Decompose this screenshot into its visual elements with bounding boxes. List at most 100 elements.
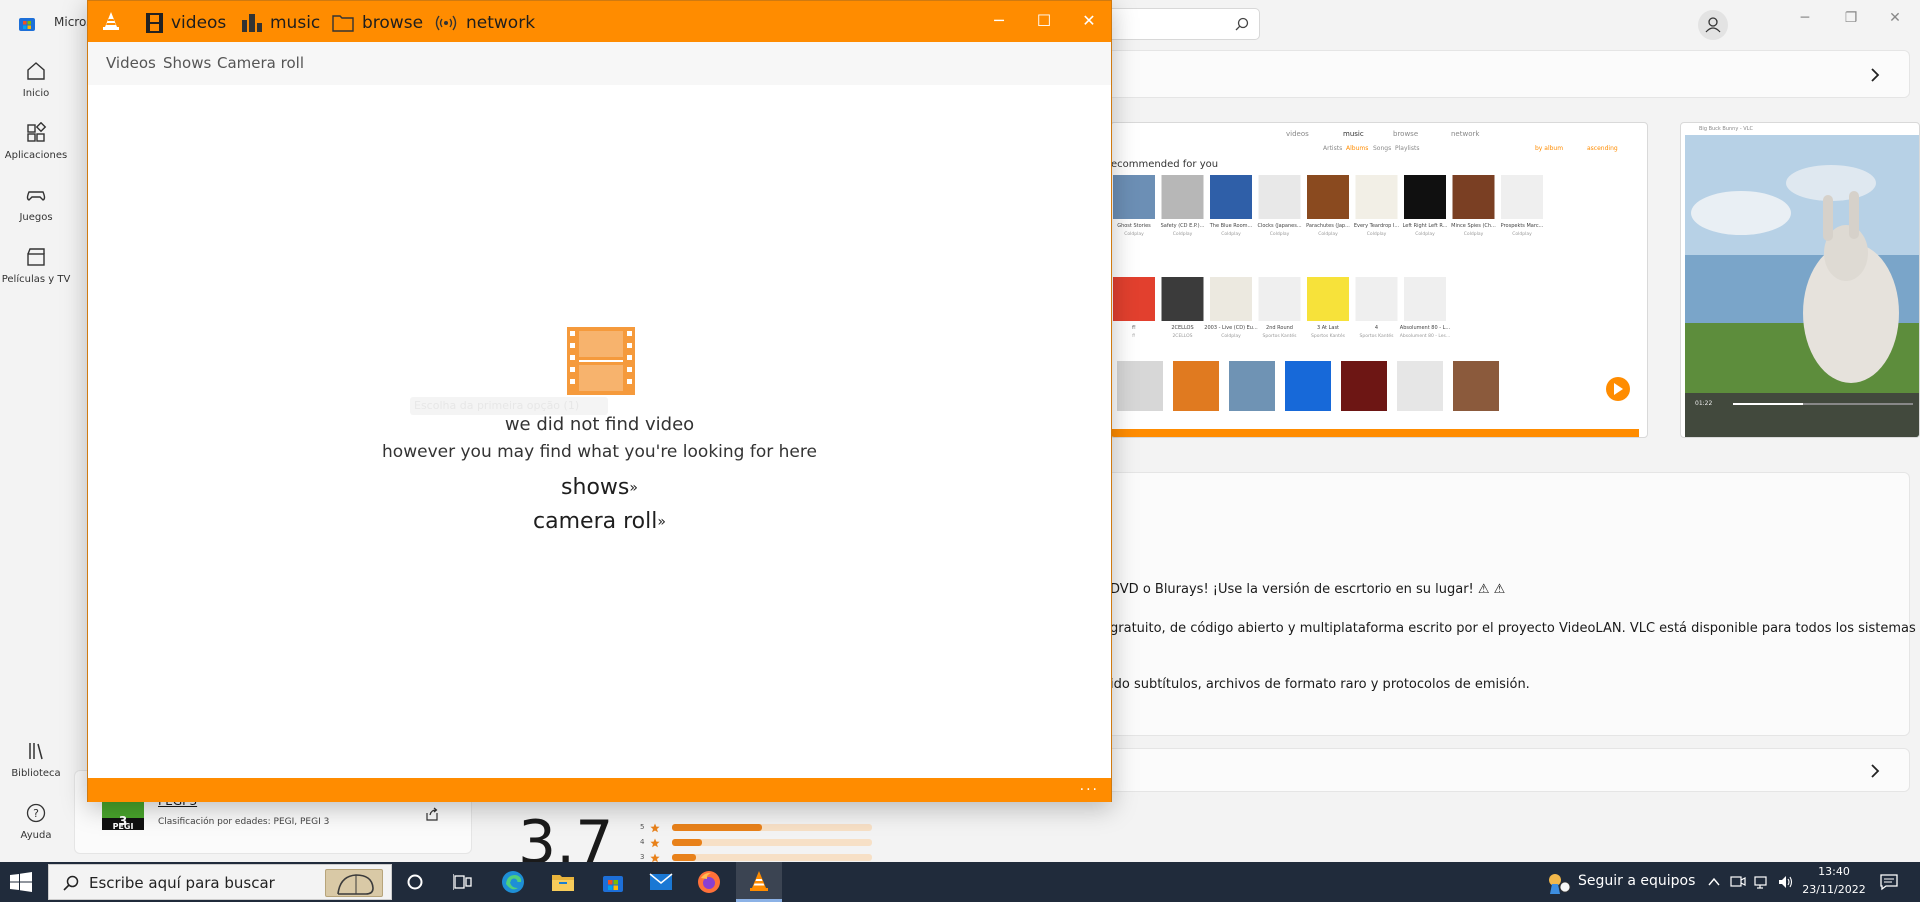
subnav-camera-roll[interactable]: Camera roll (217, 54, 304, 72)
subnav-videos[interactable]: Videos (106, 54, 156, 72)
firefox-button[interactable] (686, 862, 732, 902)
network-icon[interactable] (1754, 874, 1770, 890)
screenshot-tab-music: music (1343, 130, 1364, 138)
edge-icon (502, 871, 524, 893)
more-button[interactable]: ... (1080, 778, 1099, 794)
vlc-maximize-button[interactable]: ☐ (1029, 9, 1059, 33)
album-cover (1113, 277, 1155, 321)
sidebar-item-biblioteca[interactable]: Biblioteca (0, 740, 72, 779)
album-row: Ghost Stories Coldplay Safety (CD E.P.)...… (1113, 175, 1544, 237)
share-icon[interactable] (424, 806, 440, 822)
sidebar-item-peliculas[interactable]: Películas y TV (0, 246, 72, 285)
profile-avatar[interactable] (1698, 10, 1728, 40)
store-screenshot-music[interactable]: videos music browse network Artists Albu… (1110, 122, 1648, 438)
apps-icon (27, 122, 47, 142)
ghost-text: Escolha da primeira opção (1) (410, 397, 608, 415)
store-maximize-button[interactable]: ❐ (1836, 10, 1866, 26)
chevron-up-icon[interactable] (1706, 874, 1722, 890)
album-cover (1210, 277, 1252, 321)
store-button[interactable] (590, 862, 636, 902)
album-artist: Coldplay (1173, 231, 1193, 237)
tab-videos[interactable]: videos (146, 12, 226, 34)
sidebar-item-juegos[interactable]: Juegos (0, 184, 72, 223)
store-sidebar: Inicio Aplicaciones Juegos Películas y T… (0, 48, 72, 862)
album-title: Absolument 80 - L... (1400, 325, 1451, 331)
album-title: Parachutes (Jap... (1306, 223, 1350, 229)
vlc-minimize-button[interactable]: ─ (984, 9, 1014, 33)
screenshot-section-title: ecommended for you (1111, 159, 1218, 170)
album-title: f! (1132, 325, 1136, 331)
tab-browse[interactable]: browse (332, 12, 423, 34)
sidebar-item-inicio[interactable]: Inicio (0, 60, 72, 99)
vlc-close-button[interactable]: ✕ (1074, 9, 1104, 33)
gamepad-icon (26, 191, 46, 201)
mail-button[interactable] (638, 862, 684, 902)
clock-date[interactable]: 23/11/2022 (1800, 883, 1868, 896)
vlc-taskbar-button[interactable] (736, 862, 782, 902)
cortana-icon (407, 874, 423, 890)
search-highlight-image[interactable] (325, 869, 383, 897)
rating-bar-fill (672, 839, 702, 846)
album-row: f! f! 2CELLOS 2CELLOS 2003 - Live (CD) Eu...… (1113, 277, 1451, 339)
vlc-cone-icon (103, 12, 119, 30)
album-title: Clocks (Japanes... (1257, 223, 1302, 229)
screenshot-window-title: Big Buck Bunny - VLC (1699, 126, 1754, 132)
equalizer-icon (242, 14, 262, 32)
pegi-description: Clasificación por edades: PEGI, PEGI 3 (158, 817, 330, 827)
store-header-panel (1100, 50, 1910, 98)
album-artist: Sportos Kantés (1311, 332, 1346, 339)
store-description-line: ido subtítulos, archivos de formato raro… (1110, 677, 1530, 692)
album-cover (1355, 175, 1398, 219)
store-screenshot-player[interactable]: Big Buck Bunny - VLC 01:22 (1680, 122, 1920, 438)
notification-icon[interactable] (1880, 873, 1898, 891)
sidebar-item-aplicaciones[interactable]: Aplicaciones (0, 122, 72, 161)
rating-bar-label: 4 (640, 838, 645, 846)
vlc-icon (750, 870, 768, 891)
star-icon (650, 853, 660, 863)
shows-link[interactable]: shows» (88, 475, 1111, 500)
film-strip-icon (567, 327, 635, 395)
windows-start-icon[interactable] (10, 872, 32, 892)
album-title: 2nd Round (1266, 325, 1293, 331)
rating-bar-fill (672, 824, 762, 831)
screenshot-tab-videos: videos (1286, 130, 1309, 138)
screenshot-image: videos music browse network Artists Albu… (1111, 130, 1639, 437)
screenshot-subtab: Playlists (1395, 145, 1419, 152)
svg-text:?: ? (33, 807, 39, 820)
album-row (1117, 361, 1499, 411)
album-cover (1452, 175, 1495, 219)
camera-roll-link-label: camera roll (533, 509, 658, 534)
double-chevron-icon: » (657, 514, 666, 530)
sidebar-item-label: Películas y TV (1, 274, 71, 285)
camera-roll-link[interactable]: camera roll» (88, 509, 1111, 534)
album-artist: 2CELLOS (1172, 333, 1192, 339)
taskbar-news-text[interactable]: Seguir a equipos (1578, 873, 1695, 889)
cortana-button[interactable] (392, 862, 438, 902)
tab-network[interactable]: network (434, 12, 535, 34)
clock-time[interactable]: 13:40 (1810, 865, 1858, 878)
album-title: Every Teardrop I... (1354, 223, 1400, 229)
pegi-logo-text: PEGI (112, 822, 134, 831)
edge-button[interactable] (490, 862, 536, 902)
store-minimize-button[interactable]: ─ (1790, 10, 1820, 26)
screenshot-subtab: Albums (1346, 145, 1368, 152)
home-icon (27, 62, 45, 80)
album-artist: Coldplay (1270, 231, 1290, 237)
file-explorer-button[interactable] (540, 862, 586, 902)
sidebar-item-ayuda[interactable]: ? Ayuda (0, 802, 72, 841)
sidebar-item-label: Ayuda (20, 830, 52, 841)
taskbar-search-placeholder: Escribe aquí para buscar (89, 874, 275, 892)
volume-icon[interactable] (1778, 874, 1794, 890)
chevron-right-icon[interactable] (1869, 763, 1881, 779)
subnav-shows[interactable]: Shows (163, 54, 211, 72)
search-icon[interactable] (1235, 17, 1249, 31)
meet-now-icon[interactable] (1730, 874, 1746, 890)
task-view-button[interactable] (440, 862, 486, 902)
chevron-right-icon[interactable] (1869, 67, 1881, 83)
tab-music[interactable]: music (242, 12, 320, 34)
mail-icon (649, 873, 673, 890)
store-close-button[interactable]: ✕ (1880, 10, 1910, 26)
star-icon (650, 838, 660, 848)
taskbar-search-input[interactable]: Escribe aquí para buscar (48, 864, 392, 900)
sports-team-icon[interactable] (1546, 871, 1572, 895)
